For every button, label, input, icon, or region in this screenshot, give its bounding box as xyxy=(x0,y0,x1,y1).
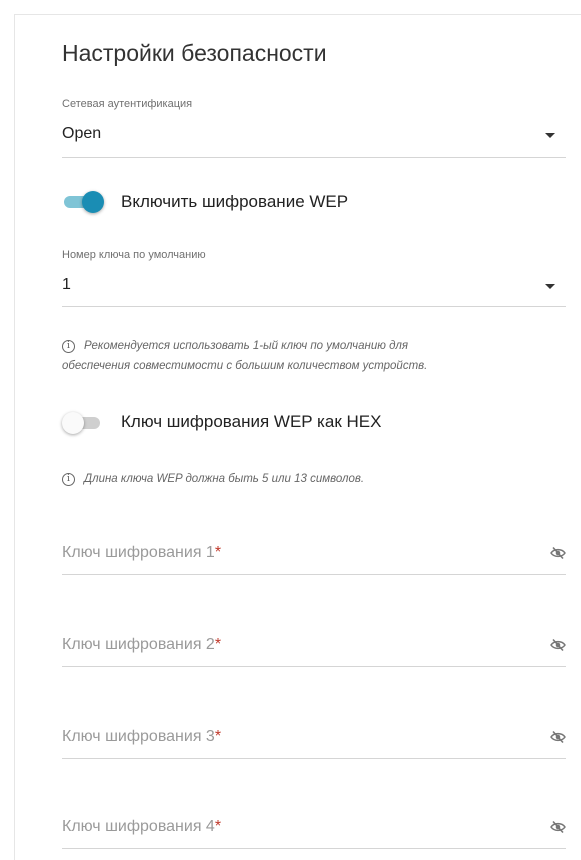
eye-off-icon[interactable] xyxy=(550,638,566,652)
page-title: Настройки безопасности xyxy=(62,40,327,66)
key-placeholder: Ключ шифрования 3* xyxy=(62,728,222,745)
auth-select[interactable]: Open xyxy=(62,125,101,143)
key-underline xyxy=(62,574,566,575)
key-placeholder: Ключ шифрования 4* xyxy=(62,818,222,835)
default-key-underline xyxy=(62,306,566,307)
toggle-knob xyxy=(82,191,104,213)
wep-hex-label: Ключ шифрования WEP как HEX xyxy=(121,412,382,431)
default-key-select[interactable]: 1 xyxy=(62,276,71,294)
wep-key-4-field[interactable]: Ключ шифрования 4* xyxy=(62,818,566,849)
default-key-label: Номер ключа по умолчанию xyxy=(62,249,206,261)
hint-line-2: обеспечения совместимости с большим коли… xyxy=(62,360,428,372)
wep-hex-toggle[interactable] xyxy=(62,410,108,436)
wep-enable-label: Включить шифрование WEP xyxy=(121,192,349,211)
eye-off-icon[interactable] xyxy=(550,820,566,834)
key-underline xyxy=(62,848,566,849)
wep-key-1-field[interactable]: Ключ шифрования 1* xyxy=(62,544,566,575)
chevron-down-icon[interactable] xyxy=(545,284,555,289)
chevron-down-icon[interactable] xyxy=(545,133,555,138)
wep-key-3-field[interactable]: Ключ шифрования 3* xyxy=(62,728,566,759)
key-placeholder: Ключ шифрования 2* xyxy=(62,636,222,653)
wep-key-2-field[interactable]: Ключ шифрования 2* xyxy=(62,636,566,667)
auth-label: Сетевая аутентификация xyxy=(62,98,193,110)
default-key-hint: Рекомендуется использовать 1-ый ключ по … xyxy=(62,336,427,376)
hint-line-1: Рекомендуется использовать 1-ый ключ по … xyxy=(84,340,409,352)
key-underline xyxy=(62,666,566,667)
toggle-knob xyxy=(62,412,84,434)
auth-select-underline xyxy=(62,157,566,158)
key-placeholder: Ключ шифрования 1* xyxy=(62,544,222,561)
hint-line: Длина ключа WEP должна быть 5 или 13 сим… xyxy=(84,473,365,485)
eye-off-icon[interactable] xyxy=(550,546,566,560)
key-length-hint: Длина ключа WEP должна быть 5 или 13 сим… xyxy=(62,469,364,489)
eye-off-icon[interactable] xyxy=(550,730,566,744)
key-underline xyxy=(62,758,566,759)
wep-enable-toggle[interactable] xyxy=(62,189,108,215)
